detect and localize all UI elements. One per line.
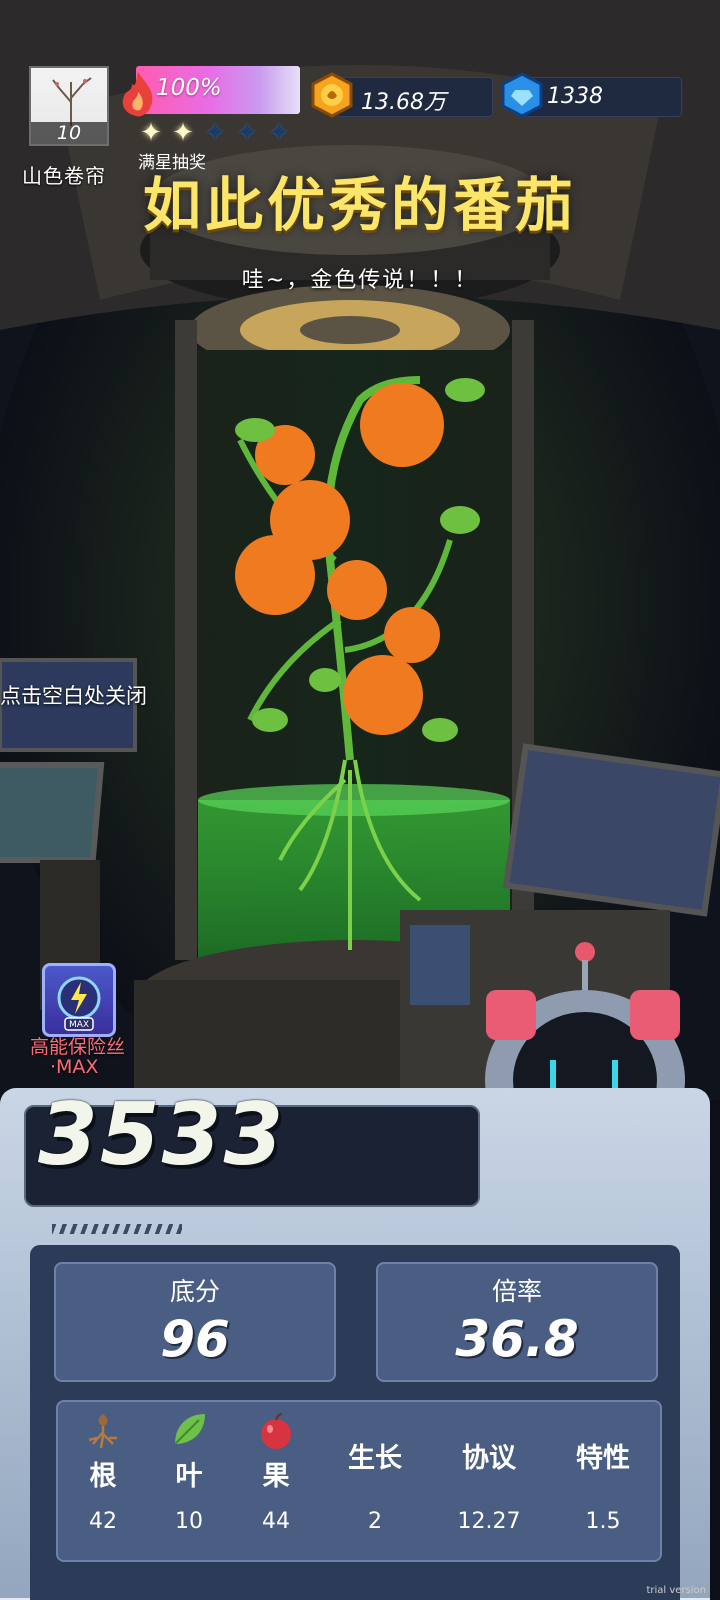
base-score-value: 96 <box>160 1310 230 1368</box>
attr-trait: 特性 1.5 <box>558 1436 648 1534</box>
energy-percent: 100% <box>156 75 222 101</box>
star-icon-empty: ✦ <box>236 118 258 148</box>
gold-amount: 13.68万 <box>361 90 446 115</box>
gem-currency[interactable]: 1338 <box>522 77 682 117</box>
base-score-label: 底分 <box>169 1277 220 1306</box>
attr-protocol-name: 协议 <box>462 1443 516 1474</box>
buff-name: 高能保险丝 <box>30 1036 126 1058</box>
multiplier-value: 36.8 <box>455 1310 579 1368</box>
attributes-panel: 根 42 叶 10 果 44 生长 2 协议 12.27 特性 1.5 <box>56 1400 662 1562</box>
attr-root-value: 42 <box>89 1509 117 1534</box>
attr-growth-name: 生长 <box>348 1443 402 1474</box>
attr-root-name: 根 <box>89 1461 117 1492</box>
energy-bar: 100% <box>136 66 300 114</box>
gold-currency[interactable]: 13.68万 <box>336 77 493 117</box>
gem-icon <box>501 72 543 118</box>
gem-amount: 1338 <box>547 84 603 109</box>
player-avatar[interactable]: 10 <box>29 66 109 146</box>
multiplier-card: 倍率 36.8 <box>376 1262 658 1382</box>
fire-icon <box>122 72 153 117</box>
attr-growth: 生长 2 <box>330 1436 420 1534</box>
star-rating: ✦ ✦ ✦ ✦ ✦ <box>136 118 294 148</box>
attr-growth-value: 2 <box>368 1509 382 1534</box>
base-score-card: 底分 96 <box>54 1262 336 1382</box>
watermark: trial version <box>646 1585 706 1596</box>
attr-root: 根 42 <box>58 1410 148 1534</box>
leaf-icon <box>174 1414 205 1445</box>
close-hint[interactable]: 点击空白处关闭 <box>0 680 147 710</box>
multiplier-label: 倍率 <box>491 1277 542 1306</box>
buff-icon[interactable]: MAX <box>42 963 116 1037</box>
panel-vent <box>52 1224 182 1234</box>
avatar-level: 10 <box>31 122 107 144</box>
attr-fruit-value: 44 <box>262 1509 290 1534</box>
star-icon-filled: ✦ <box>140 118 162 148</box>
attr-protocol-value: 12.27 <box>457 1509 521 1534</box>
attr-leaf-value: 10 <box>175 1509 203 1534</box>
attr-trait-name: 特性 <box>576 1443 630 1474</box>
star-icon-empty: ✦ <box>204 118 226 148</box>
attr-fruit: 果 44 <box>231 1410 321 1534</box>
star-icon-empty: ✦ <box>268 118 290 148</box>
attr-trait-value: 1.5 <box>585 1509 621 1534</box>
result-title: 如此优秀的番茄 <box>142 171 577 239</box>
buff-badge-text: MAX <box>69 1020 89 1030</box>
root-icon <box>88 1414 117 1449</box>
buff-level: ·MAX <box>50 1056 99 1078</box>
attr-protocol: 协议 12.27 <box>444 1436 534 1534</box>
lightning-icon: MAX <box>57 976 101 1031</box>
result-subtitle: 哇~，金色传说！！！ <box>241 268 479 293</box>
tree-icon <box>52 77 92 126</box>
attr-fruit-name: 果 <box>262 1461 290 1492</box>
attr-leaf-name: 叶 <box>175 1461 203 1492</box>
total-score: 3533 <box>38 1085 286 1185</box>
fruit-icon <box>261 1413 291 1449</box>
attr-leaf: 叶 10 <box>144 1410 234 1534</box>
star-icon-filled: ✦ <box>172 118 194 148</box>
gold-coin-icon <box>311 72 353 118</box>
